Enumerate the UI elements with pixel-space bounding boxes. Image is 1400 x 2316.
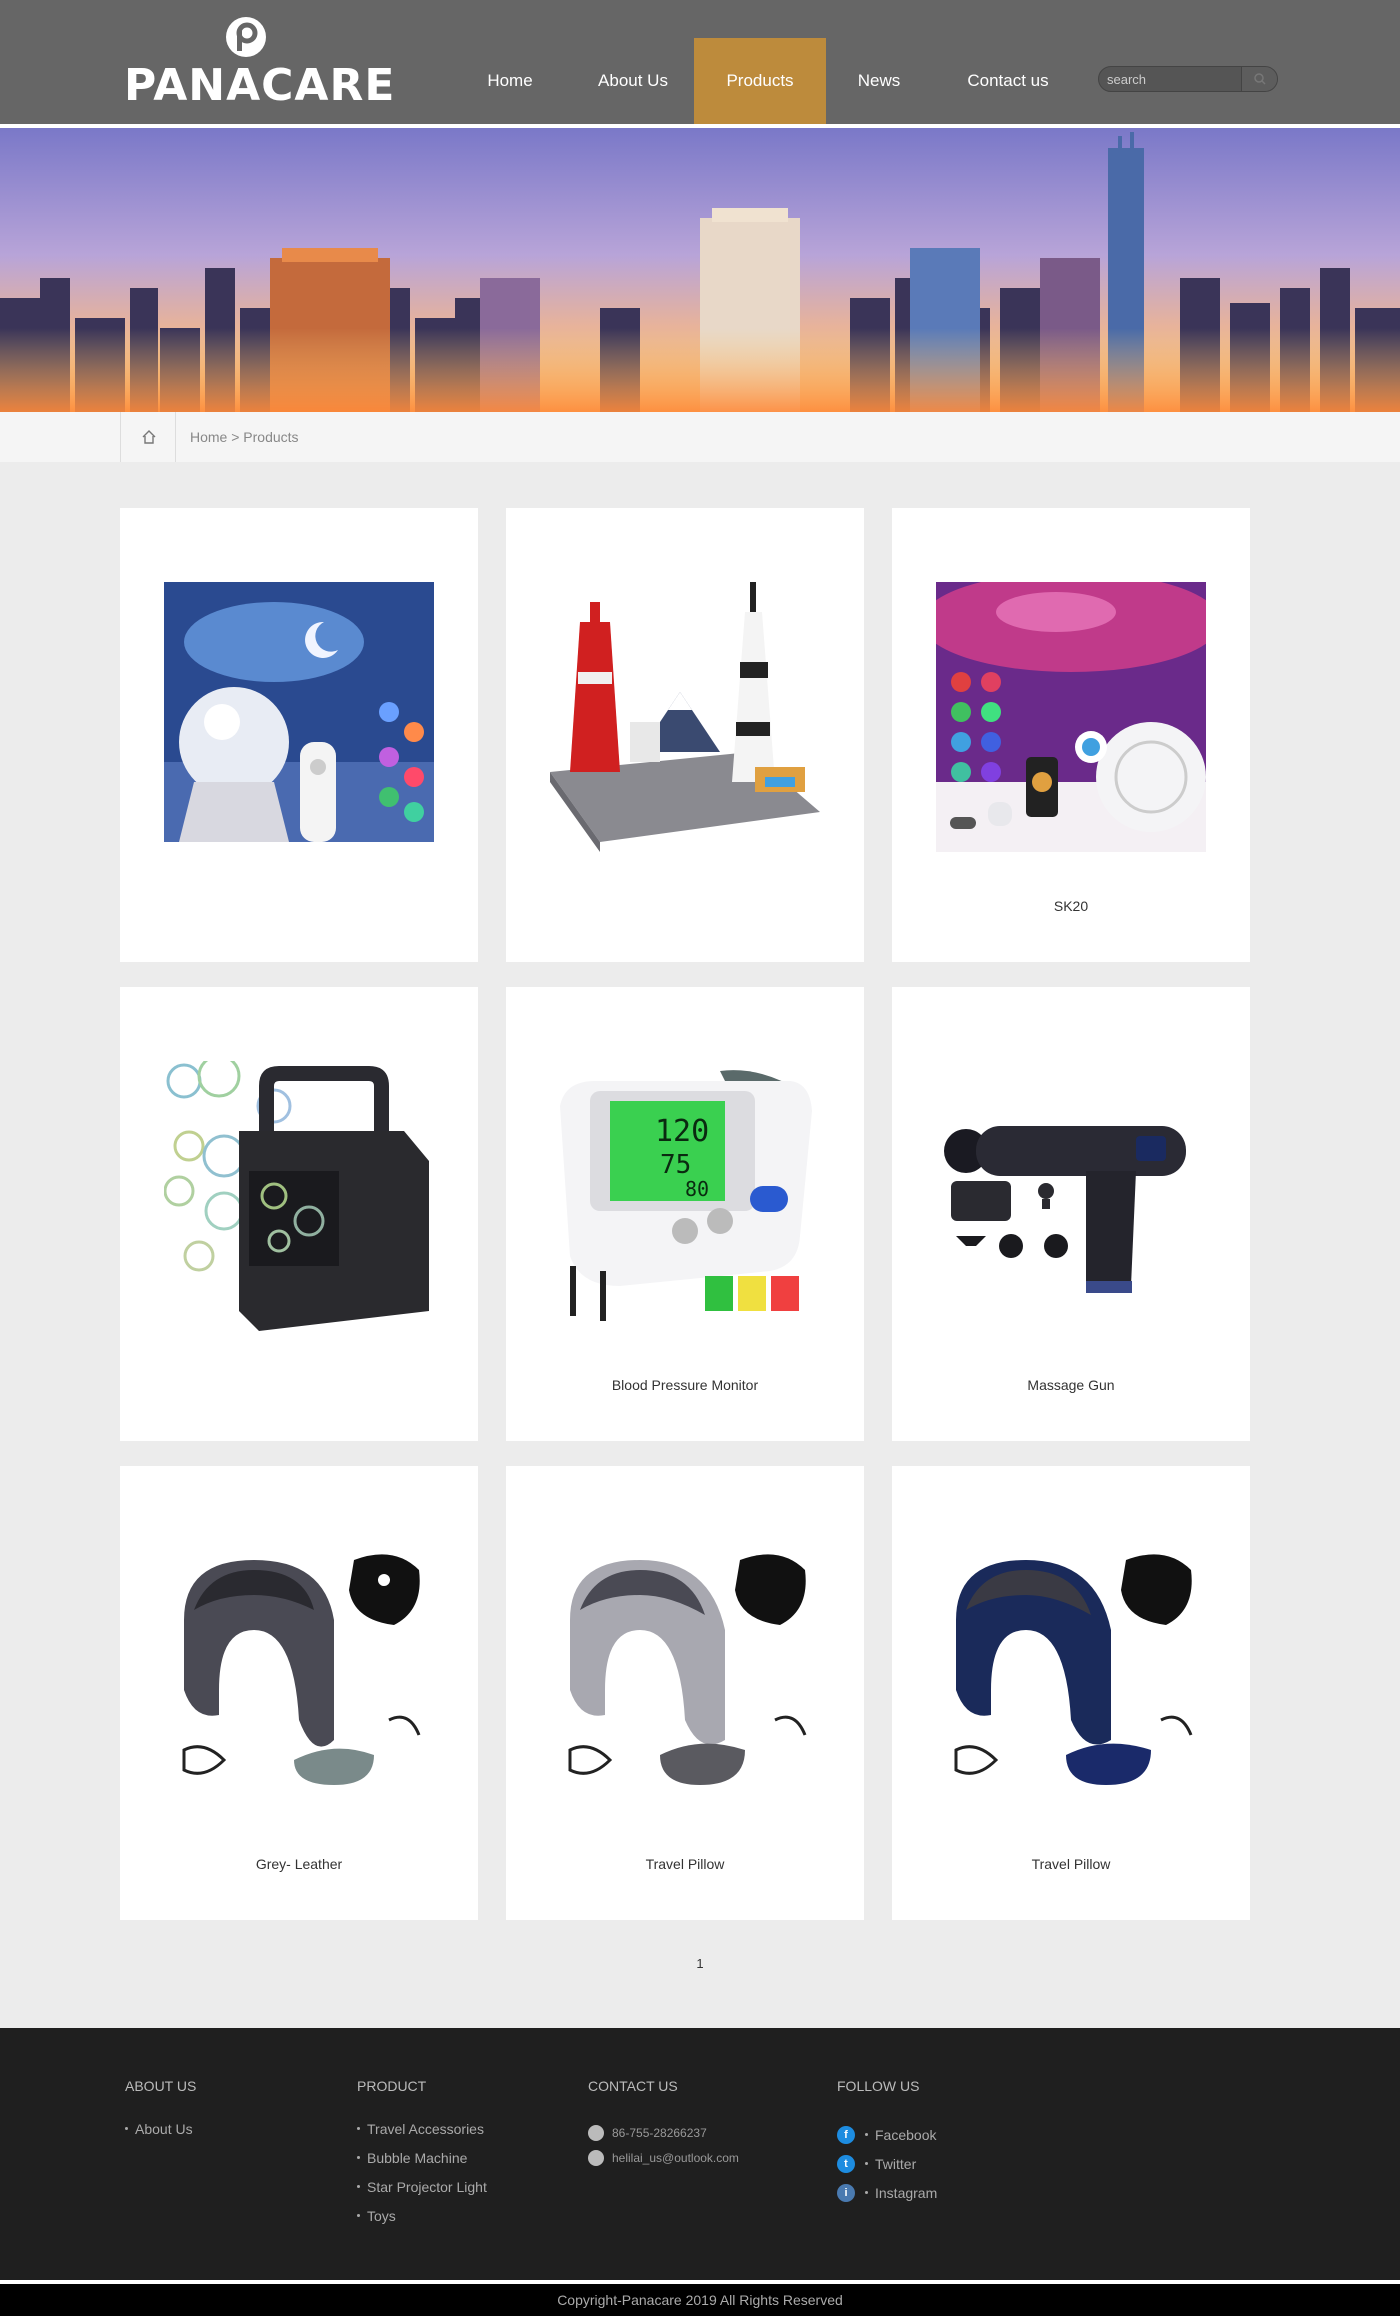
search-button[interactable] bbox=[1241, 67, 1277, 91]
product-title[interactable]: Blood Pressure Monitor bbox=[506, 1377, 864, 1393]
product-card[interactable]: 120 75 80 Blood Pressure Monitor bbox=[506, 987, 864, 1441]
blood-pressure-monitor-image: 120 75 80 bbox=[560, 1070, 812, 1321]
footer-contact-column: CONTACT US 86-755-28266237 helilai_us@ou… bbox=[588, 2078, 739, 2170]
travel-pillow-navy-image bbox=[954, 1554, 1193, 1785]
product-card[interactable]: Massage Gun bbox=[892, 987, 1250, 1441]
nav-products[interactable]: Products bbox=[694, 38, 826, 124]
product-title[interactable]: SK20 bbox=[892, 898, 1250, 914]
footer-link-toys[interactable]: Toys bbox=[357, 2207, 487, 2236]
footer-contact-heading: CONTACT US bbox=[588, 2078, 678, 2094]
bubble-machine-image bbox=[164, 1061, 429, 1331]
product-title[interactable]: Grey- Leather bbox=[120, 1856, 478, 1872]
product-card[interactable]: Travel Pillow bbox=[506, 1466, 864, 1920]
footer-about-column: ABOUT US About Us bbox=[125, 2078, 196, 2149]
breadcrumb-home-link[interactable] bbox=[120, 412, 176, 462]
product-card[interactable] bbox=[506, 508, 864, 962]
search-input[interactable] bbox=[1099, 67, 1241, 91]
copyright: Copyright-Panacare 2019 All Rights Reser… bbox=[0, 2284, 1400, 2316]
footer-follow-heading: FOLLOW US bbox=[837, 2078, 920, 2094]
product-title[interactable]: Travel Pillow bbox=[892, 1856, 1250, 1872]
brand-logo[interactable]: PANACARE bbox=[124, 14, 394, 110]
instagram-icon: i bbox=[837, 2183, 855, 2202]
footer-link-facebook[interactable]: f Facebook bbox=[837, 2120, 937, 2149]
massage-gun-image bbox=[944, 1126, 1186, 1293]
search-icon bbox=[1254, 73, 1266, 85]
footer-link-star-projector-light[interactable]: Star Projector Light bbox=[357, 2178, 487, 2207]
site-footer: ABOUT US About Us PRODUCT Travel Accesso… bbox=[0, 2028, 1400, 2280]
phone-icon bbox=[588, 2124, 604, 2141]
nav-news[interactable]: News bbox=[826, 38, 932, 124]
building-block-skyline-image bbox=[550, 582, 820, 852]
footer-product-column: PRODUCT Travel Accessories Bubble Machin… bbox=[357, 2078, 487, 2236]
footer-link-about-us[interactable]: About Us bbox=[125, 2120, 196, 2149]
sk20-star-projector-image bbox=[936, 582, 1206, 852]
product-card[interactable]: SK20 bbox=[892, 508, 1250, 962]
footer-email[interactable]: helilai_us@outlook.com bbox=[588, 2145, 739, 2170]
svg-text:80: 80 bbox=[685, 1177, 709, 1201]
product-card[interactable]: Grey- Leather bbox=[120, 1466, 478, 1920]
footer-product-heading: PRODUCT bbox=[357, 2078, 427, 2094]
product-card[interactable] bbox=[120, 987, 478, 1441]
nav-contact-us[interactable]: Contact us bbox=[932, 38, 1084, 124]
star-projector-image bbox=[164, 582, 434, 842]
site-header: PANACARE Home About Us Products News Con… bbox=[0, 0, 1400, 124]
product-card[interactable] bbox=[120, 508, 478, 962]
home-icon bbox=[142, 430, 156, 444]
footer-link-instagram[interactable]: i Instagram bbox=[837, 2178, 937, 2207]
footer-about-heading: ABOUT US bbox=[125, 2078, 197, 2094]
search-box bbox=[1098, 66, 1278, 92]
twitter-icon: t bbox=[837, 2154, 855, 2173]
product-title[interactable]: Travel Pillow bbox=[506, 1856, 864, 1872]
brand-name: PANACARE bbox=[124, 60, 396, 111]
product-card[interactable]: Travel Pillow bbox=[892, 1466, 1250, 1920]
travel-pillow-grey-image bbox=[568, 1554, 807, 1785]
city-skyline-banner bbox=[0, 128, 1400, 412]
pagination-current-page[interactable]: 1 bbox=[0, 1956, 1400, 1971]
footer-follow-column: FOLLOW US f Facebook t Twitter i Instagr… bbox=[837, 2078, 937, 2207]
footer-phone: 86-755-28266237 bbox=[588, 2120, 739, 2145]
svg-text:75: 75 bbox=[660, 1150, 691, 1180]
travel-pillow-grey-leather-image bbox=[182, 1554, 421, 1785]
footer-link-bubble-machine[interactable]: Bubble Machine bbox=[357, 2149, 487, 2178]
logo-mark-icon bbox=[226, 17, 266, 57]
mail-icon bbox=[588, 2149, 604, 2166]
main-nav: Home About Us Products News Contact us bbox=[448, 38, 1084, 124]
product-title[interactable]: Massage Gun bbox=[892, 1377, 1250, 1393]
breadcrumb[interactable]: Home > Products bbox=[190, 412, 299, 462]
nav-home[interactable]: Home bbox=[448, 38, 572, 124]
footer-link-travel-accessories[interactable]: Travel Accessories bbox=[357, 2120, 487, 2149]
nav-about-us[interactable]: About Us bbox=[572, 38, 694, 124]
svg-text:120: 120 bbox=[655, 1114, 709, 1149]
breadcrumb-bar: Home > Products bbox=[0, 412, 1400, 462]
facebook-icon: f bbox=[837, 2125, 855, 2144]
footer-link-twitter[interactable]: t Twitter bbox=[837, 2149, 937, 2178]
